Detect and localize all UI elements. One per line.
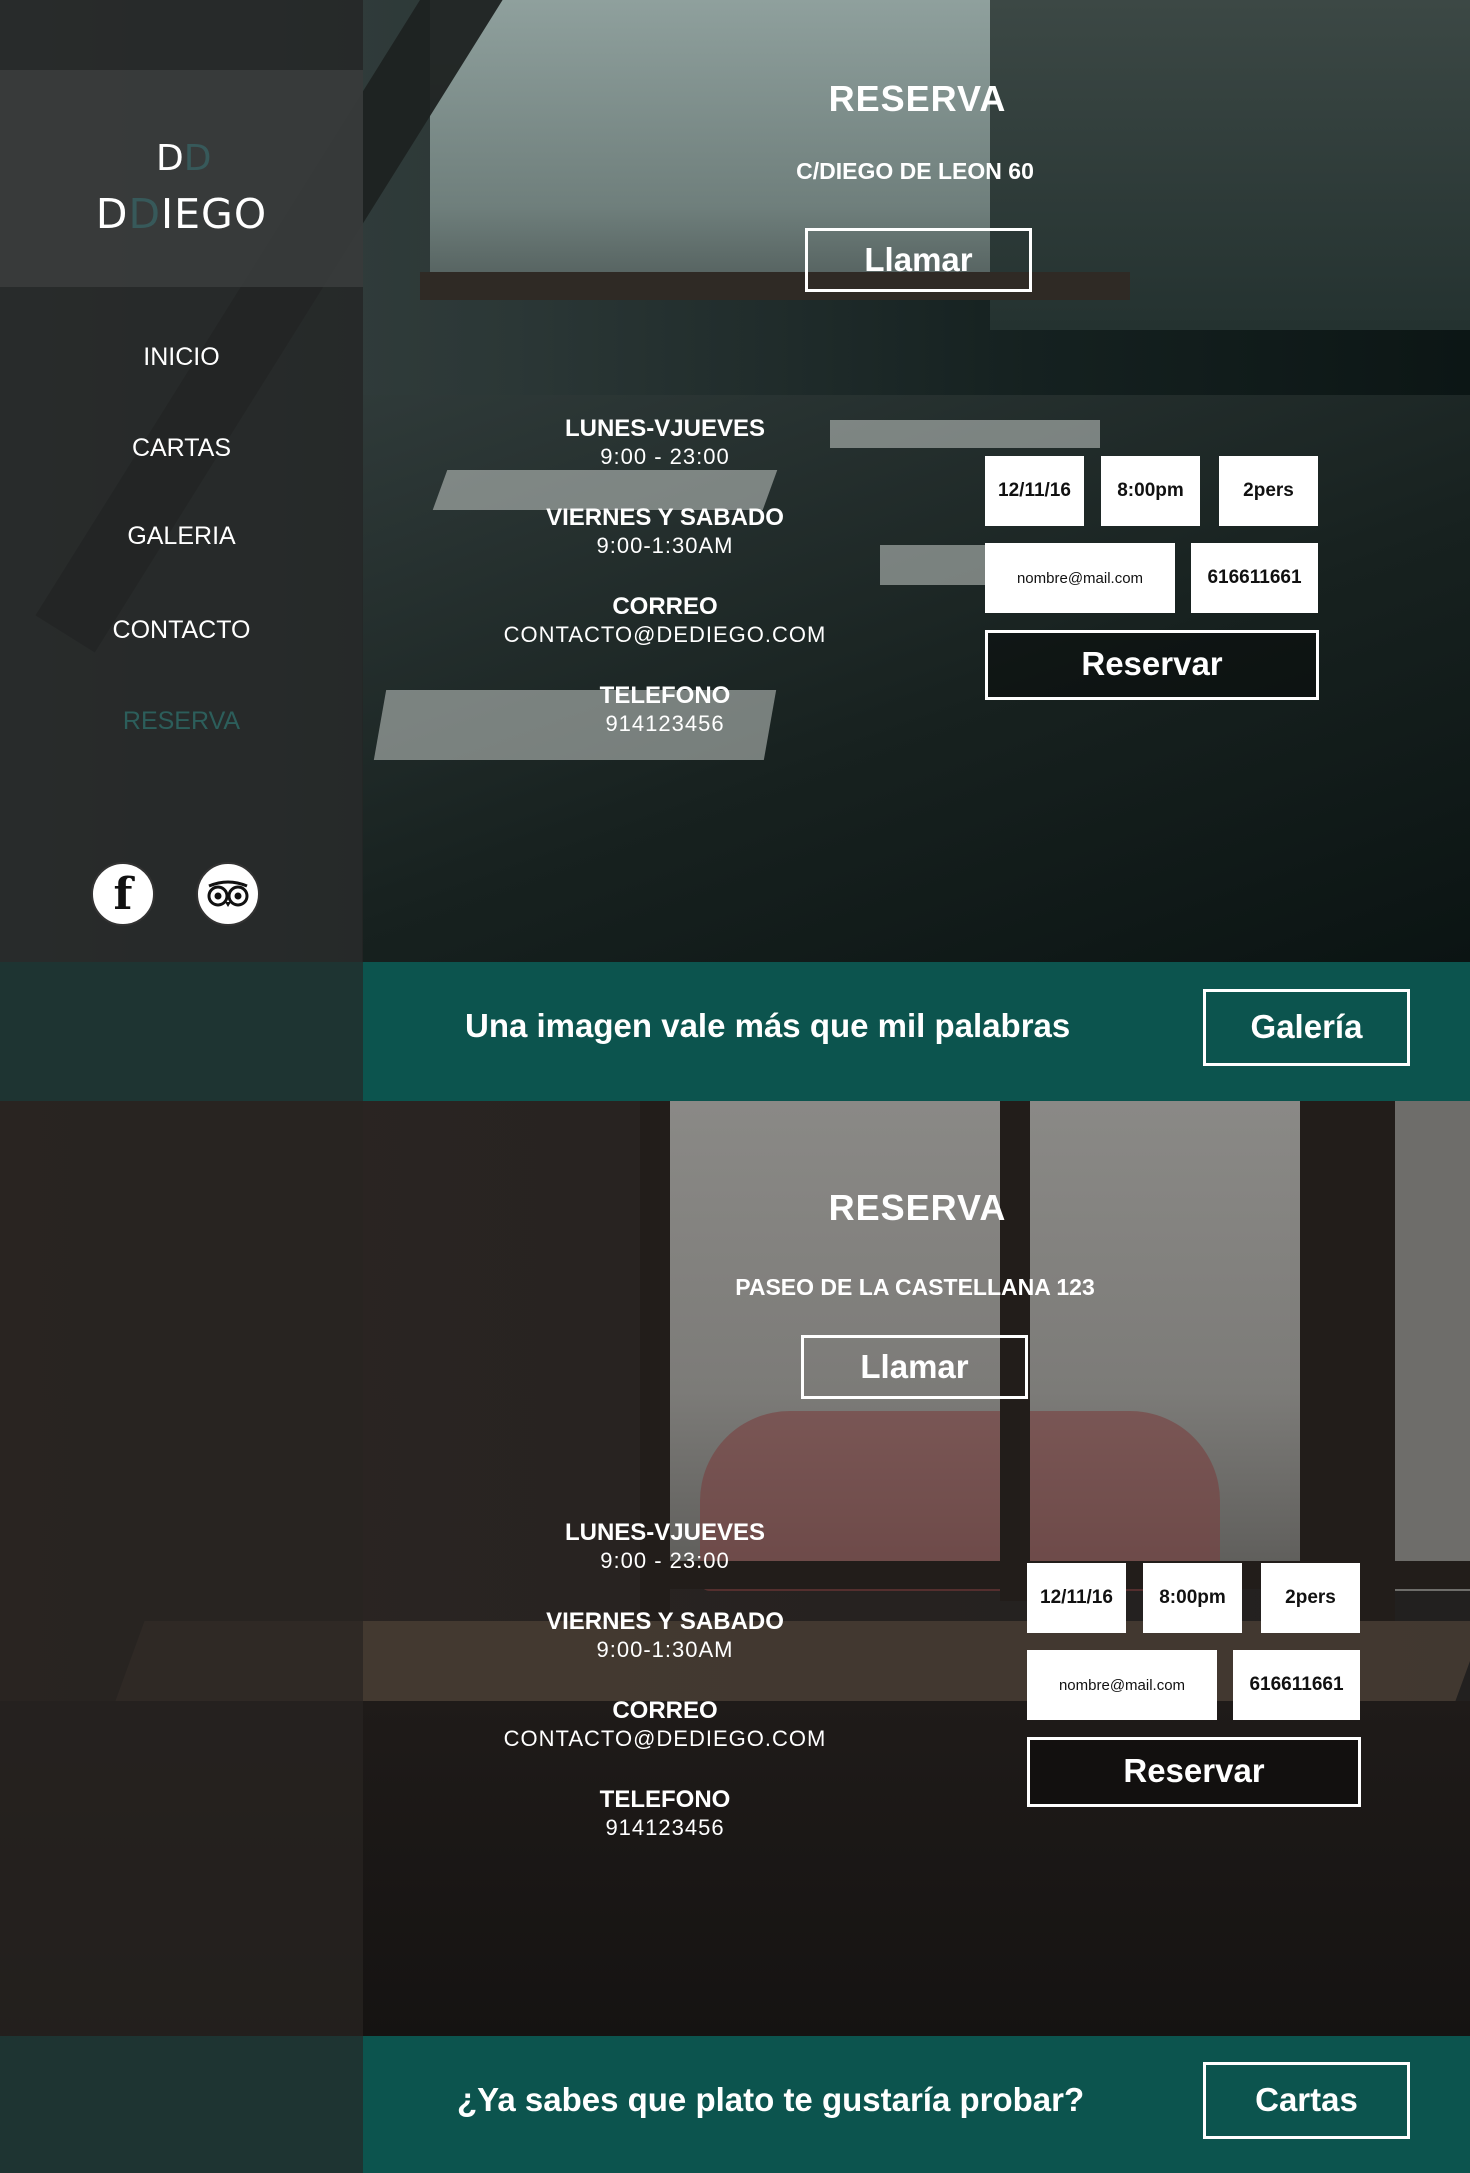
logo-mark-letter: D [156,138,184,179]
logo-text[interactable]: DDIEGO [0,190,363,238]
nav-galeria[interactable]: GALERIA [0,522,363,551]
nav-contacto[interactable]: CONTACTO [0,616,363,645]
owl-eyes-icon [207,880,249,907]
hours-value: 9:00 - 23:00 [600,444,730,469]
hours-heading: LUNES-VJUEVES [564,415,766,442]
email-block-2: CORREO CONTACTO@DEDIEGO.COM [465,1697,865,1753]
hours-heading: VIERNES Y SABADO [546,1608,784,1635]
nav-cartas[interactable]: CARTAS [0,434,363,463]
cartas-button[interactable]: Cartas [1203,2062,1410,2139]
phone-field[interactable]: 616611661 [1191,543,1318,613]
logo-rest: IEGO [161,190,268,238]
logo-letter-dim: D [128,190,162,238]
section2-address: PASEO DE LA CASTELLANA 123 [735,1274,1095,1300]
nav-inicio[interactable]: INICIO [0,343,363,372]
date-field[interactable]: 12/11/16 [985,456,1084,526]
banner-left-block [0,962,363,1101]
phone-block-2: TELEFONO 914123456 [465,1786,865,1842]
nav-reserva[interactable]: RESERVA [0,707,363,736]
background-window [1395,1101,1470,1591]
email-value[interactable]: CONTACTO@DEDIEGO.COM [465,621,865,649]
hours-heading: LUNES-VJUEVES [564,1519,766,1546]
sidebar-lower [0,1101,363,2036]
menu-banner: ¿Ya sabes que plato te gustaría probar? … [0,2036,1470,2173]
hours-block-1: LUNES-VJUEVES 9:00 - 23:00 [465,415,865,471]
email-heading: CORREO [612,1697,718,1724]
banner-text: ¿Ya sabes que plato te gustaría probar? [457,2081,1085,2118]
section1-title: RESERVA [828,78,1007,119]
time-field[interactable]: 8:00pm [1101,456,1200,526]
logo-mark-letter: D [183,138,212,179]
section1-address: C/DIEGO DE LEON 60 [796,158,1034,184]
tripadvisor-icon[interactable] [196,862,260,926]
time-field[interactable]: 8:00pm [1143,1563,1242,1633]
hours-block-2: VIERNES Y SABADO 9:00-1:30AM [465,504,865,560]
call-button[interactable]: Llamar [801,1335,1028,1399]
hours-heading: VIERNES Y SABADO [546,504,784,531]
call-button[interactable]: Llamar [805,228,1032,292]
window-mullion [1300,1101,1395,1621]
email-heading: CORREO [612,593,718,620]
section2-title: RESERVA [828,1187,1007,1228]
date-field[interactable]: 12/11/16 [1027,1563,1126,1633]
hours-block-2: VIERNES Y SABADO 9:00-1:30AM [465,1608,865,1664]
phone-value[interactable]: 914123456 [465,710,865,738]
reservar-button[interactable]: Reservar [1027,1737,1361,1807]
sidebar: DD DDIEGO INICIO CARTAS GALERIA CONTACTO… [0,0,363,962]
people-field[interactable]: 2pers [1261,1563,1360,1633]
people-field[interactable]: 2pers [1219,456,1318,526]
banner-text: Una imagen vale más que mil palabras [465,1007,1071,1044]
gallery-button[interactable]: Galería [1203,989,1410,1066]
phone-field[interactable]: 616611661 [1233,1650,1360,1720]
email-field[interactable]: nombre@mail.com [985,543,1175,613]
email-block-1: CORREO CONTACTO@DEDIEGO.COM [465,593,865,649]
logo-mark[interactable]: DD [156,138,212,179]
phone-heading: TELEFONO [599,682,731,709]
hours-value: 9:00-1:30AM [596,1637,734,1662]
email-value[interactable]: CONTACTO@DEDIEGO.COM [465,1725,865,1753]
hours-value: 9:00-1:30AM [596,533,734,558]
phone-block-1: TELEFONO 914123456 [465,682,865,738]
hours-block-1: LUNES-VJUEVES 9:00 - 23:00 [465,1519,865,1575]
gallery-banner: Una imagen vale más que mil palabras Gal… [0,962,1470,1101]
background-napkin [830,420,1100,448]
hours-value: 9:00 - 23:00 [600,1548,730,1573]
banner-left-block [0,2036,363,2173]
email-field[interactable]: nombre@mail.com [1027,1650,1217,1720]
facebook-icon[interactable]: f [91,862,155,926]
phone-heading: TELEFONO [599,1786,731,1813]
logo-letter: D [95,190,129,238]
phone-value[interactable]: 914123456 [465,1814,865,1842]
reservar-button[interactable]: Reservar [985,630,1319,700]
